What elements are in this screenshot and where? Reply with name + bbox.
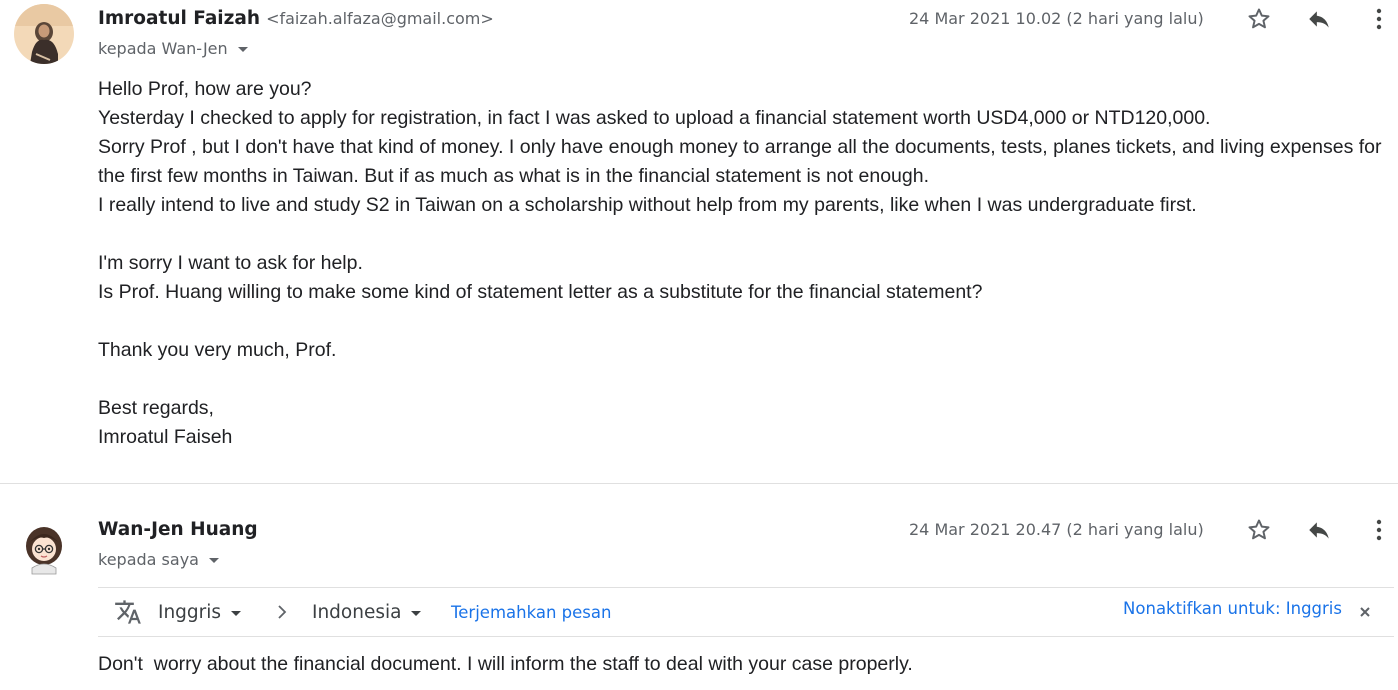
- translate-icon-wrap: [114, 588, 142, 636]
- body-line: I'm sorry I want to ask for help.: [98, 252, 363, 274]
- body-line: Thank you very much, Prof.: [98, 339, 337, 361]
- recipient-label: kepada Wan-Jen: [98, 39, 228, 58]
- sender-line: Wan-Jen Huang: [98, 519, 258, 540]
- email-thread: Imroatul Faizah <faizah.alfaza@gmail.com>…: [0, 0, 1398, 690]
- reply-icon: [1309, 11, 1329, 28]
- body-line: the first few months in Taiwan. But if a…: [98, 165, 929, 187]
- star-button[interactable]: [1243, 3, 1275, 35]
- message-divider: [0, 483, 1398, 484]
- sender-avatar[interactable]: [14, 4, 74, 64]
- message-date: 24 Mar 2021 20.47 (2 hari yang lalu): [909, 520, 1204, 539]
- translate-icon: [115, 600, 141, 624]
- translate-message-link[interactable]: Terjemahkan pesan: [451, 588, 611, 636]
- target-language-select[interactable]: Indonesia: [312, 588, 422, 636]
- star-icon: [1248, 519, 1270, 540]
- recipient-toggle[interactable]: kepada Wan-Jen: [98, 39, 248, 58]
- reply-icon: [1309, 522, 1329, 539]
- reply-button[interactable]: [1303, 514, 1335, 546]
- reply-button[interactable]: [1303, 3, 1335, 35]
- star-icon: [1248, 8, 1270, 29]
- body-line: Hello Prof, how are you?: [98, 78, 312, 100]
- close-translate-button[interactable]: [1358, 588, 1372, 636]
- body-line: Sorry Prof , but I don't have that kind …: [98, 136, 1382, 158]
- body-line: [98, 307, 1382, 336]
- message-body: Hello Prof, how are you? Yesterday I che…: [98, 75, 1382, 452]
- target-language: Indonesia: [312, 601, 402, 623]
- more-vert-icon: [1376, 8, 1382, 30]
- chevron-down-icon: [237, 47, 248, 52]
- more-vert-icon: [1376, 519, 1382, 541]
- sender-line: Imroatul Faizah <faizah.alfaza@gmail.com>: [98, 8, 494, 29]
- message-body: Don't worry about the financial document…: [98, 650, 913, 679]
- sender-name[interactable]: Imroatul Faizah: [98, 8, 260, 29]
- disable-translate-link[interactable]: Nonaktifkan untuk: Inggris: [1123, 584, 1342, 632]
- source-language: Inggris: [158, 601, 222, 623]
- sender-name[interactable]: Wan-Jen Huang: [98, 519, 258, 540]
- sender-email: <faizah.alfaza@gmail.com>: [266, 9, 494, 28]
- recipient-toggle[interactable]: kepada saya: [98, 550, 219, 569]
- body-line: Is Prof. Huang willing to make some kind…: [98, 281, 983, 303]
- sender-avatar[interactable]: [14, 518, 74, 578]
- more-options-button[interactable]: [1363, 514, 1395, 546]
- translate-message-label: Terjemahkan pesan: [451, 602, 612, 622]
- chevron-right-wrap: [274, 588, 290, 636]
- translate-bar: Inggris Indonesia Terjemahkan pesan Nona…: [98, 587, 1394, 637]
- star-button[interactable]: [1243, 514, 1275, 546]
- body-line: Imroatul Faiseh: [98, 426, 233, 448]
- message-date: 24 Mar 2021 10.02 (2 hari yang lalu): [909, 9, 1204, 28]
- recipient-label: kepada saya: [98, 550, 199, 569]
- more-options-button[interactable]: [1363, 3, 1395, 35]
- chevron-down-icon: [231, 610, 242, 616]
- body-line: I really intend to live and study S2 in …: [98, 194, 1197, 216]
- chevron-down-icon: [208, 558, 219, 563]
- body-line: Yesterday I checked to apply for registr…: [98, 107, 1211, 129]
- body-line: Don't worry about the financial document…: [98, 653, 913, 675]
- source-language-select[interactable]: Inggris: [158, 588, 242, 636]
- chevron-down-icon: [411, 610, 422, 616]
- disable-translate-label: Nonaktifkan untuk: Inggris: [1123, 598, 1342, 618]
- body-line: [98, 365, 1382, 394]
- body-line: [98, 220, 1382, 249]
- body-line: Best regards,: [98, 397, 214, 419]
- chevron-right-icon: [278, 605, 287, 619]
- close-icon: [1360, 607, 1370, 617]
